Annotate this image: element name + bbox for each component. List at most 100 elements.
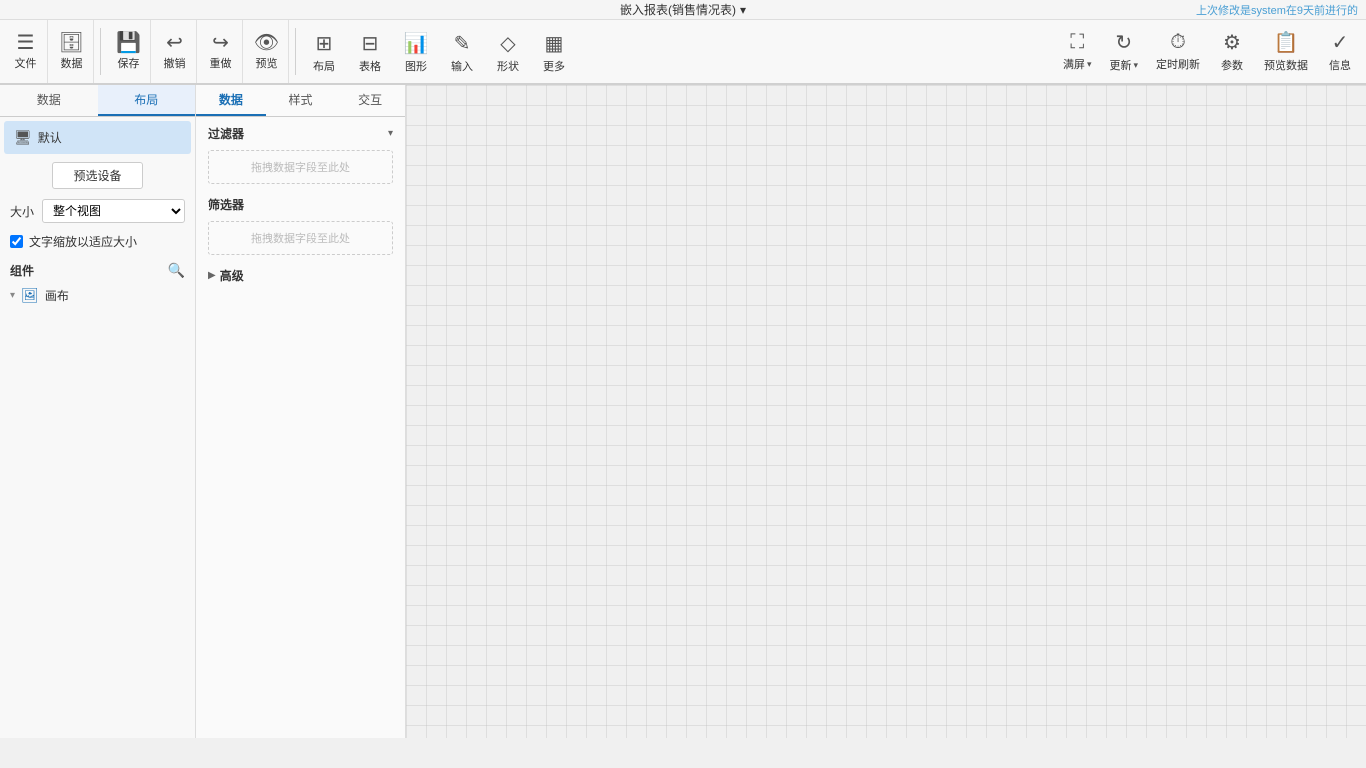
left-panel: 数据 布局 🖥 默认 预选设备 大小 整个视图自定义800x600 文字缩放以适…: [0, 85, 196, 738]
report-title: 嵌入报表(销售情况表): [620, 1, 736, 18]
advanced-section[interactable]: ▶ 高级: [196, 259, 405, 292]
text-scale-checkbox[interactable]: [10, 235, 23, 248]
chart-icon: 📊: [404, 31, 429, 56]
expand-arrow-icon: ▾: [10, 290, 15, 301]
last-modified: 上次修改是system在9天前进行的: [1196, 2, 1358, 18]
sep2: [295, 28, 296, 75]
components-search-icon[interactable]: 🔍: [168, 262, 185, 279]
ribbon-toolbar: ☰ 文件 🗄 数据 💾 保存 ↩ 撤销 ↪ 重做 👁 预览 ⊞ 布局: [0, 20, 1366, 84]
left-tab-header: 数据 布局: [0, 85, 195, 117]
input-button[interactable]: ✎ 输入: [440, 20, 484, 84]
filter-drop-placeholder: 拖拽数据字段至此处: [251, 159, 350, 175]
title-dropdown-arrow[interactable]: ▾: [740, 3, 746, 17]
canvas-grid: [406, 85, 1366, 738]
canvas-list-item[interactable]: ▾ 🖼 画布: [0, 283, 195, 308]
filter-section-header[interactable]: 过滤器 ▾: [196, 117, 405, 146]
info-label: 信息: [1329, 57, 1351, 73]
params-label: 参数: [1221, 57, 1243, 73]
table-button[interactable]: ⊟ 表格: [348, 20, 392, 84]
refresh-icon: ↻: [1115, 30, 1132, 55]
components-label: 组件: [10, 262, 34, 279]
size-select[interactable]: 整个视图自定义800x600: [42, 199, 185, 223]
file-label: 文件: [15, 55, 37, 71]
tab-layout[interactable]: 布局: [98, 85, 196, 116]
monitor-icon: 🖥: [14, 129, 32, 146]
title-area: 嵌入报表(销售情况表) ▾: [620, 1, 746, 18]
advanced-label: 高级: [220, 267, 244, 284]
data-label: 数据: [61, 55, 83, 71]
screener-section-header[interactable]: 筛选器: [196, 188, 405, 217]
default-label: 默认: [38, 129, 62, 146]
middle-panel: 数据 样式 交互 过滤器 ▾ 拖拽数据字段至此处 筛选器 拖拽数据字段至此处 ▶…: [196, 85, 406, 738]
ribbon: ☰ 文件 🗄 数据 💾 保存 ↩ 撤销 ↪ 重做 👁 预览 ⊞ 布局: [0, 20, 1366, 85]
filter-title: 过滤器: [208, 125, 244, 142]
data-icon: 🗄: [59, 33, 84, 53]
params-button[interactable]: ⚙ 参数: [1210, 20, 1254, 84]
layout-label: 布局: [313, 58, 335, 74]
timer-icon: ⏱: [1170, 31, 1186, 54]
redo-label: 重做: [210, 55, 232, 71]
fullscreen-button[interactable]: ⛶ 满屏 ▾: [1055, 20, 1100, 84]
more-label: 更多: [543, 58, 565, 74]
fullscreen-arrow: ▾: [1087, 59, 1092, 70]
save-label: 保存: [118, 55, 140, 71]
preview-icon: 👁: [254, 33, 279, 53]
text-scale-label: 文字缩放以适应大小: [29, 233, 137, 250]
redo-group[interactable]: ↪ 重做: [199, 20, 243, 83]
preview-data-button[interactable]: 📋 预览数据: [1256, 20, 1316, 84]
save-group[interactable]: 💾 保存: [107, 20, 151, 83]
more-button[interactable]: ▦ 更多: [532, 20, 576, 84]
main-layout: 数据 布局 🖥 默认 预选设备 大小 整个视图自定义800x600 文字缩放以适…: [0, 85, 1366, 738]
refresh-button[interactable]: ↻ 更新 ▾: [1101, 20, 1146, 84]
mid-tab-interact[interactable]: 交互: [335, 85, 405, 116]
screener-drop-placeholder: 拖拽数据字段至此处: [251, 230, 350, 246]
chart-button[interactable]: 📊 图形: [394, 20, 438, 84]
preview-data-icon: 📋: [1274, 30, 1299, 55]
sep1: [100, 28, 101, 75]
size-label: 大小: [10, 203, 34, 220]
info-icon: ✓: [1332, 30, 1349, 55]
undo-group[interactable]: ↩ 撤销: [153, 20, 197, 83]
preset-btn[interactable]: 预选设备: [52, 162, 142, 189]
size-row: 大小 整个视图自定义800x600: [0, 193, 195, 229]
middle-tabs: 数据 样式 交互: [196, 85, 405, 117]
mid-tab-style[interactable]: 样式: [266, 85, 336, 116]
right-buttons: ⛶ 满屏 ▾ ↻ 更新 ▾ ⏱ 定时刷新 ⚙ 参数: [1055, 20, 1362, 83]
screener-title: 筛选器: [208, 196, 244, 213]
top-bar: 嵌入报表(销售情况表) ▾ 上次修改是system在9天前进行的: [0, 0, 1366, 20]
refresh-label: 更新: [1109, 57, 1131, 73]
shape-icon: ◇: [500, 31, 515, 56]
tab-data[interactable]: 数据: [0, 85, 98, 116]
timer-label: 定时刷新: [1156, 56, 1200, 72]
info-button[interactable]: ✓ 信息: [1318, 20, 1362, 84]
filter-drop-zone: 拖拽数据字段至此处: [208, 150, 393, 184]
preview-label: 预览: [256, 55, 278, 71]
shape-button[interactable]: ◇ 形状: [486, 20, 530, 84]
refresh-arrow: ▾: [1133, 60, 1138, 71]
table-icon: ⊟: [362, 31, 379, 56]
checkbox-row: 文字缩放以适应大小: [0, 229, 195, 254]
preview-data-label: 预览数据: [1264, 57, 1308, 73]
layout-button[interactable]: ⊞ 布局: [302, 20, 346, 84]
table-label: 表格: [359, 58, 381, 74]
undo-label: 撤销: [164, 55, 186, 71]
more-icon: ▦: [545, 31, 564, 56]
filter-arrow-icon: ▾: [388, 128, 393, 139]
data-group[interactable]: 🗄 数据: [50, 20, 94, 83]
preview-group[interactable]: 👁 预览: [245, 20, 289, 83]
canvas-icon: 🖼: [21, 287, 39, 304]
save-icon: 💾: [116, 33, 141, 53]
params-icon: ⚙: [1223, 30, 1241, 55]
undo-icon: ↩: [166, 33, 183, 53]
menu-icon: ☰: [17, 33, 35, 53]
canvas-area[interactable]: [406, 85, 1366, 738]
fullscreen-icon: ⛶: [1070, 31, 1084, 54]
input-label: 输入: [451, 58, 473, 74]
screener-drop-zone: 拖拽数据字段至此处: [208, 221, 393, 255]
default-item[interactable]: 🖥 默认: [4, 121, 191, 154]
timer-button[interactable]: ⏱ 定时刷新: [1148, 20, 1208, 84]
fullscreen-label: 满屏: [1063, 56, 1085, 72]
components-header: 组件 🔍: [0, 254, 195, 283]
mid-tab-data[interactable]: 数据: [196, 85, 266, 116]
file-group[interactable]: ☰ 文件: [4, 20, 48, 83]
